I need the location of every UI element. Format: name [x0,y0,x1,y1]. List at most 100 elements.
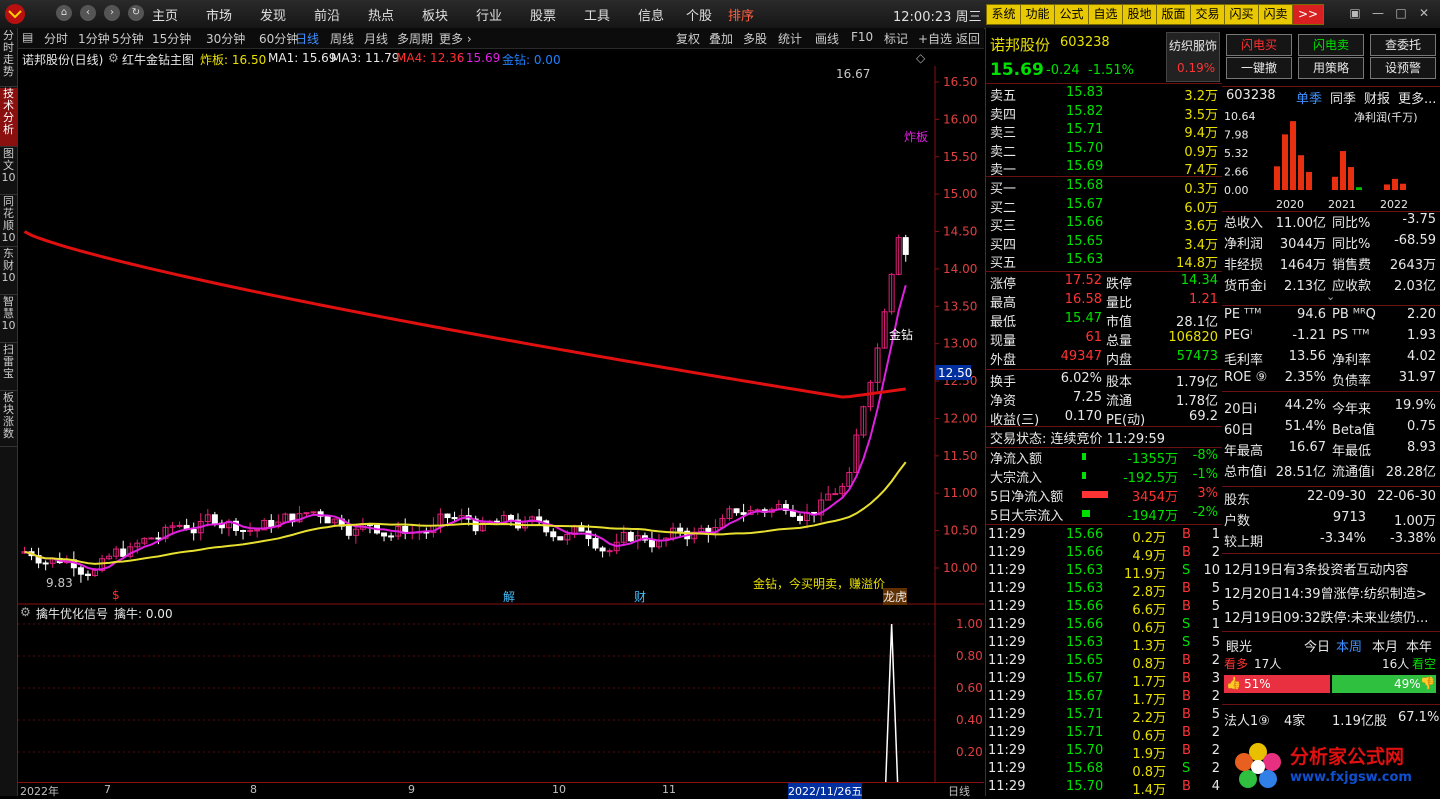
menu-4[interactable]: 热点 [368,5,394,24]
menu-6[interactable]: 行业 [476,5,502,24]
event-label-0[interactable]: $ [112,588,120,602]
chart-action-7[interactable]: +自选 [918,30,952,47]
stock-name[interactable]: 诺邦股份 [990,34,1050,55]
period-10[interactable]: 更多 › [439,30,472,47]
vision-tab-0[interactable]: 今日 [1304,636,1330,655]
app-logo-icon[interactable] [4,3,26,25]
expand-chevron-icon[interactable]: ⌄ [1326,290,1335,303]
period-5[interactable]: 60分钟 [259,30,298,47]
vision-tab-1[interactable]: 本周 [1336,636,1362,655]
period-8[interactable]: 月线 [364,30,388,47]
trade-button-1[interactable]: 闪电卖 [1298,34,1364,56]
tool-button-7[interactable]: 闪买 [1224,4,1259,25]
kline-chart[interactable]: 16.50 16.00 15.50 15.00 14.50 14.00 13.50 13.00… [18,66,984,606]
industry-badge[interactable]: 纺织服饰 0.19% [1166,32,1220,82]
tool-button-2[interactable]: 公式 [1054,4,1089,25]
bid-price[interactable]: 15.68 [1066,178,1103,193]
ask-price[interactable]: 15.82 [1066,104,1103,119]
period-3[interactable]: 15分钟 [152,30,191,47]
left-tab-5[interactable]: 智慧10 [0,296,17,343]
left-tab-0[interactable]: 分时走势 [0,30,17,87]
stat-label: 最低 [990,315,1017,330]
left-tab-4[interactable]: 东财10 [0,248,17,295]
chart-action-1[interactable]: 叠加 [709,30,733,47]
event-label-3[interactable]: 龙虎 [883,588,908,605]
tool-button-8[interactable]: 闪卖 [1258,4,1293,25]
fin-tab-0[interactable]: 单季 [1296,88,1322,107]
period-7[interactable]: 周线 [330,30,354,47]
chart-action-5[interactable]: F10 [851,30,873,44]
tool-button-9[interactable]: >> [1292,4,1324,25]
tool-button-3[interactable]: 自选 [1088,4,1123,25]
period-6[interactable]: 日线 [295,30,319,47]
home-nav-icon[interactable]: ⌂ [56,5,72,21]
restore-window-icon[interactable]: ▣ [1346,5,1364,21]
ask-price[interactable]: 15.70 [1066,141,1103,156]
forward-nav-icon[interactable]: › [104,5,120,21]
menu-2[interactable]: 发现 [260,5,286,24]
refresh-nav-icon[interactable]: ↻ [128,5,144,21]
trade-button-5[interactable]: 设预警 [1370,57,1436,79]
ask-price[interactable]: 15.69 [1066,159,1103,174]
ask-price[interactable]: 15.71 [1066,122,1103,137]
news-item[interactable]: 12月19日有3条投资者互动内容 [1224,559,1438,578]
tool-button-6[interactable]: 交易 [1190,4,1225,25]
chart-action-0[interactable]: 复权 [676,30,700,47]
trade-button-2[interactable]: 查委托 [1370,34,1436,56]
maximize-icon[interactable]: □ [1392,5,1410,21]
signal-subchart[interactable]: 1.00 0.80 0.60 0.40 0.20 [18,606,984,782]
menu-9[interactable]: 信息 [638,5,664,24]
back-nav-icon[interactable]: ‹ [80,5,96,21]
close-icon[interactable]: ✕ [1415,5,1433,21]
left-tab-3[interactable]: 同花顺10 [0,196,17,247]
menu-11[interactable]: 排序 [728,5,754,24]
menu-5[interactable]: 板块 [422,5,448,24]
news-item[interactable]: 12月20日14:39曾涨停:纺织制造> [1224,583,1438,602]
menu-3[interactable]: 前沿 [314,5,340,24]
minimize-icon[interactable]: — [1369,5,1387,21]
menu-8[interactable]: 工具 [584,5,610,24]
period-4[interactable]: 30分钟 [206,30,245,47]
fin-tab-1[interactable]: 同季 [1330,88,1356,107]
menu-0[interactable]: 主页 [152,5,178,24]
bid-price[interactable]: 15.67 [1066,197,1103,212]
vision-tab-2[interactable]: 本月 [1372,636,1398,655]
tool-button-1[interactable]: 功能 [1020,4,1055,25]
indicator-settings-icon[interactable]: ⚙ [108,51,119,65]
period-9[interactable]: 多周期 [397,30,433,47]
period-0[interactable]: 分时 [44,30,68,47]
chart-action-6[interactable]: 标记 [884,30,908,47]
event-label-2[interactable]: 财 [634,588,646,605]
chart-action-4[interactable]: 画线 [815,30,839,47]
bid-price[interactable]: 15.65 [1066,234,1103,249]
chart-action-2[interactable]: 多股 [743,30,767,47]
left-tab-2[interactable]: 图文10 [0,148,17,195]
news-item[interactable]: 12月19日09:32跌停:未来业绩仍... [1224,607,1438,626]
period-2[interactable]: 5分钟 [112,30,144,47]
fin-tab-2[interactable]: 财报 [1364,88,1390,107]
period-1[interactable]: 1分钟 [78,30,110,47]
left-tab-7[interactable]: 板块涨数 [0,392,17,447]
chart-action-8[interactable]: 返回 [956,30,980,47]
chart-close-icon[interactable]: ◇ [916,51,925,65]
left-tab-6[interactable]: 扫雷宝 [0,344,17,391]
menu-1[interactable]: 市场 [206,5,232,24]
trade-button-0[interactable]: 闪电买 [1226,34,1292,56]
bid-price[interactable]: 15.63 [1066,252,1103,267]
bid-price[interactable]: 15.66 [1066,215,1103,230]
trade-button-3[interactable]: 一键撤 [1226,57,1292,79]
event-label-1[interactable]: 解 [503,588,515,605]
vision-tab-3[interactable]: 本年 [1406,636,1432,655]
menu-7[interactable]: 股票 [530,5,556,24]
tool-button-0[interactable]: 系统 [986,4,1021,25]
left-tab-1[interactable]: 技术分析 [0,88,17,147]
menu-10[interactable]: 个股 [686,5,712,24]
trade-button-4[interactable]: 用策略 [1298,57,1364,79]
fin-tab-3[interactable]: 更多... [1398,88,1436,107]
net-profit-chart[interactable]: 10.64 7.98 5.32 2.66 0.00 2020 2021 2022 [1222,106,1440,210]
tool-button-5[interactable]: 版面 [1156,4,1191,25]
chart-action-3[interactable]: 统计 [778,30,802,47]
tool-button-4[interactable]: 股地 [1122,4,1157,25]
ask-price[interactable]: 15.83 [1066,85,1103,100]
toolbar-menu-icon[interactable]: ▤ [22,30,33,44]
